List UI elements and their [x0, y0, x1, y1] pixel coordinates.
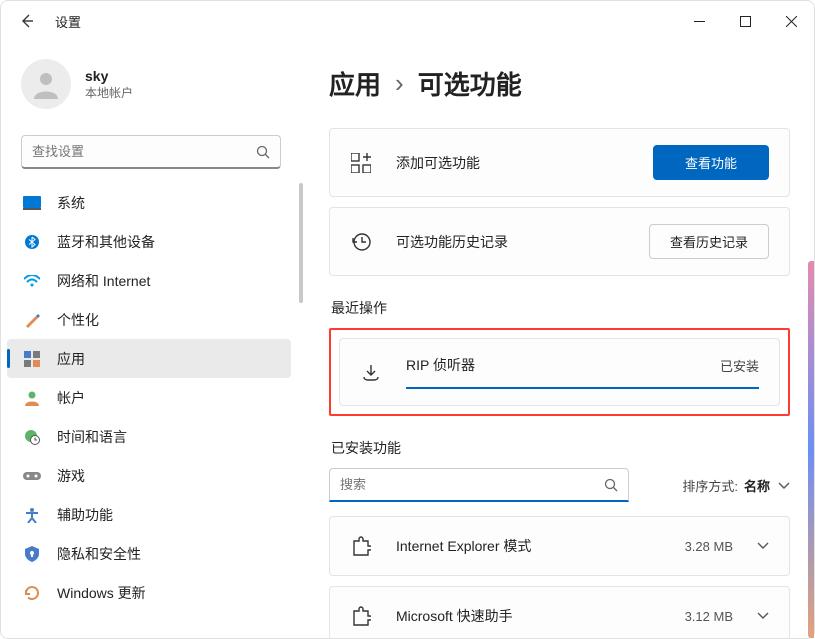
add-grid-icon: [350, 152, 372, 174]
recent-item-name: RIP 侦听器: [406, 355, 700, 389]
breadcrumb: 应用 › 可选功能: [329, 65, 790, 102]
sidebar-item-privacy[interactable]: 隐私和安全性: [1, 534, 301, 573]
sidebar: sky 本地帐户 系统 蓝牙和其他设备 网络和 Internet: [1, 41, 301, 638]
wifi-icon: [23, 272, 41, 290]
gamepad-icon: [23, 467, 41, 485]
user-name: sky: [85, 68, 133, 84]
sort-dropdown[interactable]: 排序方式: 名称: [682, 476, 790, 495]
close-button[interactable]: [768, 5, 814, 37]
sidebar-item-label: 帐户: [57, 388, 85, 408]
apps-icon: [23, 350, 41, 368]
highlight-annotation: RIP 侦听器 已安装: [329, 328, 790, 416]
sidebar-item-network[interactable]: 网络和 Internet: [1, 261, 301, 300]
filter-row: 排序方式: 名称: [329, 468, 790, 502]
search-icon: [256, 145, 270, 159]
sidebar-item-apps[interactable]: 应用: [7, 339, 291, 378]
sort-value: 名称: [744, 476, 770, 495]
sidebar-item-accessibility[interactable]: 辅助功能: [1, 495, 301, 534]
puzzle-icon: [350, 535, 372, 557]
sidebar-item-gaming[interactable]: 游戏: [1, 456, 301, 495]
back-button[interactable]: [15, 9, 39, 33]
sidebar-item-label: 网络和 Internet: [57, 271, 150, 291]
sidebar-item-label: 游戏: [57, 466, 85, 486]
bluetooth-icon: [23, 233, 41, 251]
installed-search[interactable]: [329, 468, 629, 502]
system-icon: [23, 194, 41, 212]
history-card: 可选功能历史记录 查看历史记录: [329, 207, 790, 276]
view-features-button[interactable]: 查看功能: [653, 145, 769, 180]
sidebar-item-personalization[interactable]: 个性化: [1, 300, 301, 339]
arrow-left-icon: [19, 13, 35, 29]
globe-clock-icon: [23, 428, 41, 446]
maximize-icon: [740, 16, 751, 27]
installed-section-title: 已安装功能: [331, 438, 790, 458]
chevron-right-icon: ›: [395, 68, 404, 99]
feature-item[interactable]: Internet Explorer 模式 3.28 MB: [329, 516, 790, 576]
installed-search-input[interactable]: [340, 477, 604, 492]
sidebar-item-label: 应用: [57, 349, 85, 369]
add-feature-card: 添加可选功能 查看功能: [329, 128, 790, 197]
feature-item[interactable]: Microsoft 快速助手 3.12 MB: [329, 586, 790, 638]
sidebar-item-label: 个性化: [57, 310, 99, 330]
search-icon: [604, 478, 618, 492]
breadcrumb-parent[interactable]: 应用: [329, 65, 381, 102]
nav-list: 系统 蓝牙和其他设备 网络和 Internet 个性化 应用 帐户: [1, 183, 301, 612]
sidebar-item-label: 系统: [57, 193, 85, 213]
sidebar-item-system[interactable]: 系统: [1, 183, 301, 222]
recent-section-title: 最近操作: [331, 298, 790, 318]
person-icon: [29, 67, 63, 101]
accessibility-icon: [23, 506, 41, 524]
recent-item-status: 已安装: [700, 356, 759, 389]
close-icon: [786, 16, 797, 27]
sidebar-item-label: 辅助功能: [57, 505, 113, 525]
add-feature-label: 添加可选功能: [396, 153, 653, 173]
history-icon: [350, 231, 372, 253]
sidebar-search[interactable]: [21, 135, 281, 169]
update-icon: [23, 584, 41, 602]
sidebar-item-label: 蓝牙和其他设备: [57, 232, 155, 252]
chevron-down-icon: [757, 537, 769, 555]
sidebar-item-update[interactable]: Windows 更新: [1, 573, 301, 612]
shield-icon: [23, 545, 41, 563]
sidebar-item-label: 时间和语言: [57, 427, 127, 447]
minimize-icon: [694, 16, 705, 27]
window-title: 设置: [55, 12, 81, 31]
chevron-down-icon: [757, 607, 769, 625]
account-icon: [23, 389, 41, 407]
feature-size: 3.28 MB: [685, 539, 733, 554]
sidebar-item-accounts[interactable]: 帐户: [1, 378, 301, 417]
sidebar-item-time[interactable]: 时间和语言: [1, 417, 301, 456]
sidebar-item-label: 隐私和安全性: [57, 544, 141, 564]
decorative-edge: [808, 261, 814, 638]
brush-icon: [23, 311, 41, 329]
user-profile[interactable]: sky 本地帐户: [1, 53, 301, 129]
feature-name: Microsoft 快速助手: [396, 606, 685, 626]
view-history-button[interactable]: 查看历史记录: [649, 224, 769, 259]
feature-name: Internet Explorer 模式: [396, 536, 685, 556]
feature-size: 3.12 MB: [685, 609, 733, 624]
breadcrumb-current: 可选功能: [418, 65, 522, 102]
sidebar-search-input[interactable]: [32, 144, 256, 159]
puzzle-icon: [350, 605, 372, 627]
content-area: 应用 › 可选功能 添加可选功能 查看功能 可选功能历史记录 查看历史记录 最近…: [301, 41, 814, 638]
window-controls: [676, 5, 814, 37]
maximize-button[interactable]: [722, 5, 768, 37]
sidebar-item-bluetooth[interactable]: 蓝牙和其他设备: [1, 222, 301, 261]
chevron-down-icon: [778, 478, 790, 493]
recent-action-item[interactable]: RIP 侦听器 已安装: [339, 338, 780, 406]
avatar: [21, 59, 71, 109]
minimize-button[interactable]: [676, 5, 722, 37]
history-label: 可选功能历史记录: [396, 232, 649, 252]
download-icon: [360, 361, 382, 383]
sort-label: 排序方式:: [682, 476, 738, 495]
user-subtitle: 本地帐户: [85, 84, 133, 101]
sidebar-item-label: Windows 更新: [57, 583, 146, 603]
